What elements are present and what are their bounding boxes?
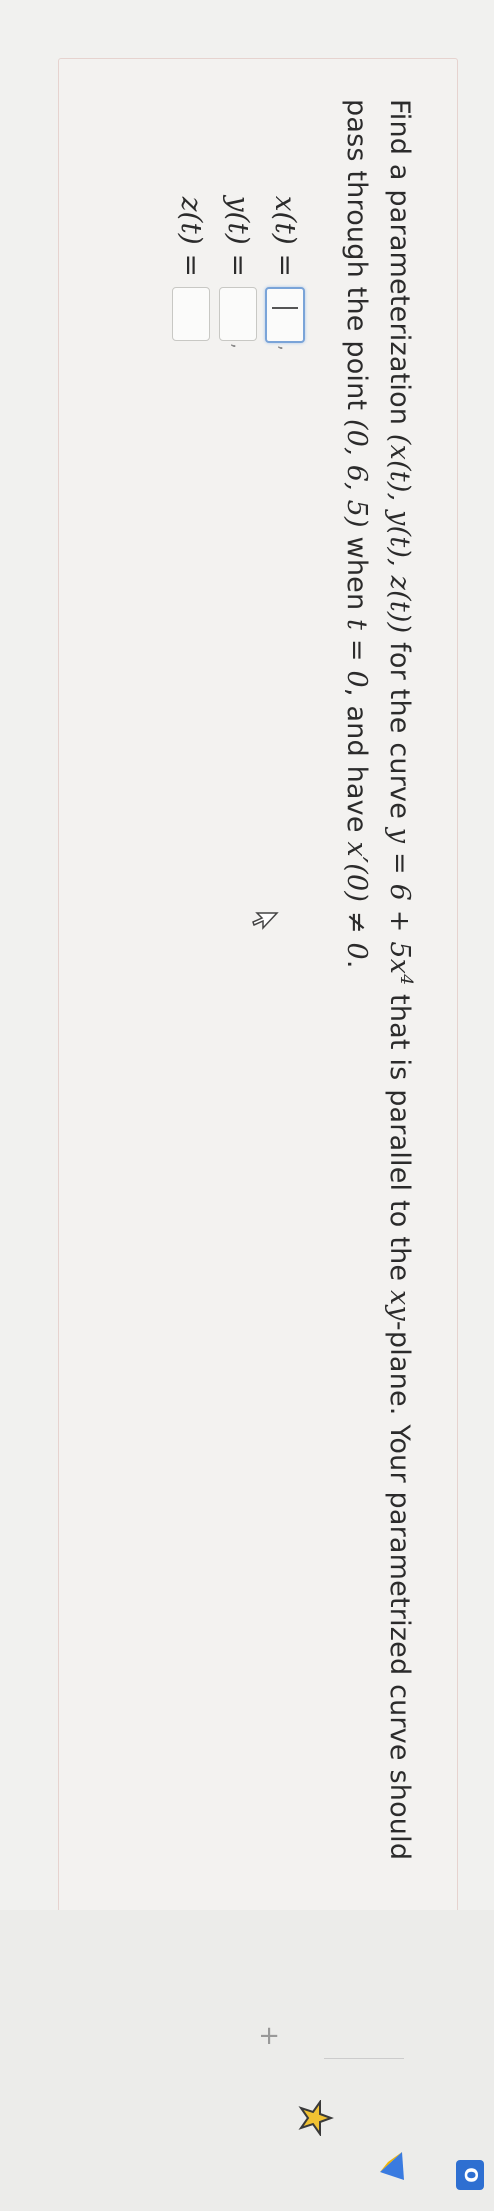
answer-row-x: x(t) = , (262, 151, 309, 351)
bottom-toolbar: + O (0, 1910, 494, 2211)
answer-row-y: y(t) = , (215, 151, 262, 351)
x-label: x(t) = (269, 195, 302, 277)
q-mid2: that is parallel to the (384, 985, 415, 1291)
z-input[interactable] (172, 287, 211, 341)
q-exp: 4 (396, 974, 416, 986)
add-icon[interactable]: + (254, 2025, 284, 2047)
star-icon[interactable] (298, 2100, 334, 2136)
flag-icon[interactable] (376, 2150, 406, 2184)
question-card: Find a parameterization (x(t), y(t), z(t… (58, 58, 458, 1920)
x-comma: , (275, 345, 296, 351)
q-mid5: , and have (341, 687, 372, 842)
q-tuple: (x(t), y(t), z(t)) (384, 433, 415, 634)
z-label: z(t) = (175, 196, 208, 277)
q-plane-var: xy (384, 1290, 415, 1321)
q-curve: y = 6 + 5x (384, 827, 415, 975)
q-tcond: t = 0 (341, 619, 372, 688)
y-label: y(t) = (222, 195, 255, 277)
q-deriv: x′(0) ≠ 0 (341, 841, 372, 960)
y-input[interactable] (219, 287, 258, 341)
y-comma: , (228, 343, 249, 349)
q-end: . (341, 959, 372, 969)
app-badge-icon[interactable]: O (456, 2160, 484, 2190)
answer-row-z: z(t) = (168, 151, 215, 351)
screen: Find a parameterization (x(t), y(t), z(t… (0, 0, 494, 2211)
text-caret (272, 307, 299, 309)
answer-rows: x(t) = , y(t) = , z(t) = (168, 151, 309, 351)
q-prefix: Find a parameterization (384, 99, 415, 434)
q-mid4: when (341, 527, 372, 620)
q-point: (0, 6, 5) (341, 419, 372, 528)
q-mid1: for the curve (384, 633, 415, 828)
question-text: Find a parameterization (x(t), y(t), z(t… (335, 99, 427, 1879)
divider (324, 2058, 404, 2059)
mouse-pointer-icon (252, 912, 279, 930)
x-input[interactable] (265, 287, 306, 343)
